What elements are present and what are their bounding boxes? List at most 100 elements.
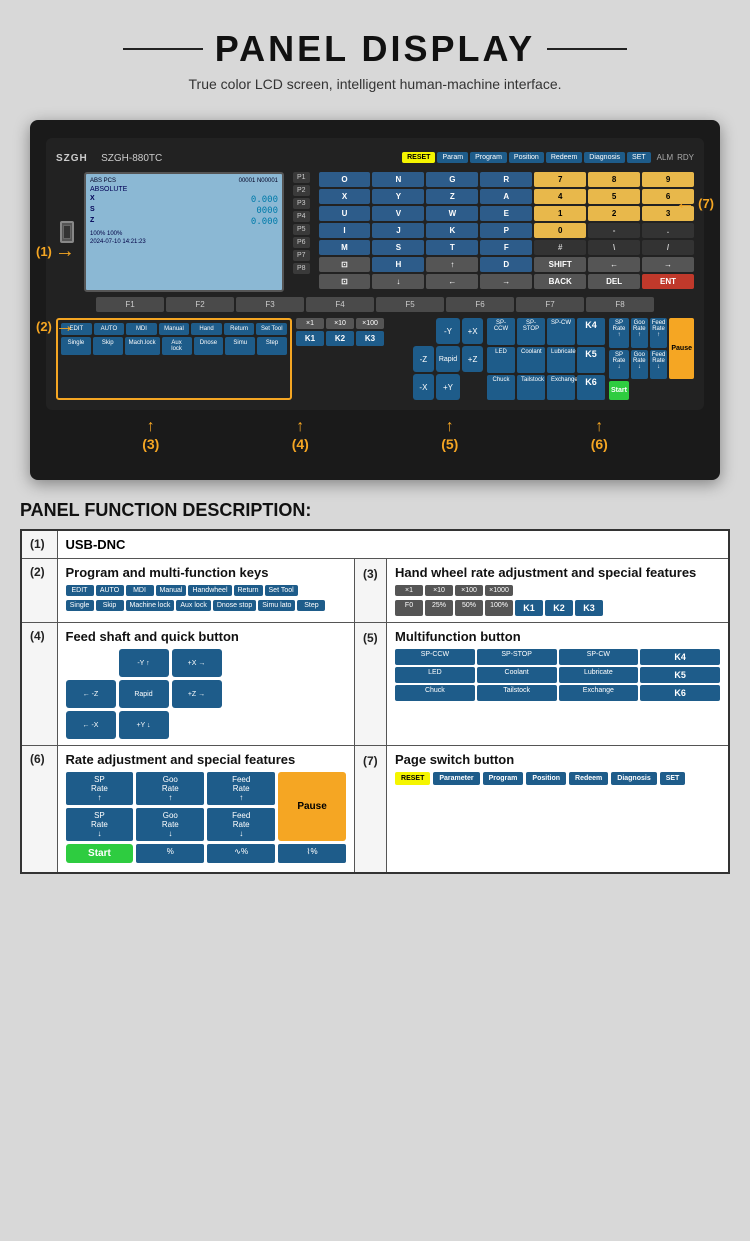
tbl-25pct[interactable]: 25% <box>425 600 453 616</box>
p3-btn[interactable]: P3 <box>293 198 310 209</box>
key-up[interactable]: ↑ <box>426 257 478 272</box>
sp-rate-up[interactable]: SP Rate ↑ <box>609 318 629 348</box>
tbl-feed-rate-down[interactable]: Feed Rate ↓ <box>207 808 275 841</box>
tailstock-btn[interactable]: Tailstock <box>517 375 545 400</box>
k2-btn[interactable]: K2 <box>326 331 354 346</box>
key-7[interactable]: 7 <box>534 172 586 187</box>
dnosestop-key[interactable]: Dnose <box>194 337 224 355</box>
f5[interactable]: F5 <box>376 297 444 312</box>
tbl-return[interactable]: Return <box>234 585 263 596</box>
key-right[interactable]: → <box>642 257 694 272</box>
tbl-simu[interactable]: Simu lato <box>258 600 295 611</box>
param-btn[interactable]: Param <box>437 152 468 163</box>
tbl-50pct[interactable]: 50% <box>455 600 483 616</box>
rapid-btn[interactable]: Rapid <box>436 346 460 372</box>
reset-btn[interactable]: RESET <box>402 152 435 163</box>
tbl-100pct[interactable]: 100% <box>485 600 513 616</box>
feed-y-pos[interactable]: +Y <box>436 374 460 400</box>
key-shift[interactable]: SHIFT <box>534 257 586 272</box>
tbl-x1[interactable]: ×1 <box>395 585 423 596</box>
key-Y[interactable]: Y <box>372 189 424 204</box>
key-left[interactable]: ← <box>588 257 640 272</box>
f2[interactable]: F2 <box>166 297 234 312</box>
tbl-k5[interactable]: K5 <box>640 667 720 683</box>
tbl-led[interactable]: LED <box>395 667 475 683</box>
start-btn[interactable]: Start <box>609 381 629 400</box>
key-sq[interactable]: ⊡ <box>319 257 371 272</box>
key-O[interactable]: O <box>319 172 371 187</box>
handwheel-key[interactable]: Hand <box>191 323 222 335</box>
tbl-k6[interactable]: K6 <box>640 685 720 701</box>
key-R[interactable]: R <box>480 172 532 187</box>
k6-btn[interactable]: K6 <box>577 375 605 400</box>
f3[interactable]: F3 <box>236 297 304 312</box>
key-9[interactable]: 9 <box>642 172 694 187</box>
sp-cw-btn[interactable]: SP-CW <box>547 318 575 345</box>
p1-btn[interactable]: P1 <box>293 172 310 183</box>
p5-btn[interactable]: P5 <box>293 224 310 235</box>
auxlock-key[interactable]: Aux lock <box>162 337 192 355</box>
diagnosis-btn[interactable]: Diagnosis <box>584 152 625 163</box>
chuck-btn[interactable]: Chuck <box>487 375 515 400</box>
f4[interactable]: F4 <box>306 297 374 312</box>
tbl-goo-rate-down[interactable]: Goo Rate ↓ <box>136 808 204 841</box>
tbl-x1000[interactable]: ×1000 <box>485 585 513 596</box>
tbl-sp-stop[interactable]: SP-STOP <box>477 649 557 665</box>
tbl-sp-rate-up[interactable]: SP Rate ↑ <box>66 772 134 805</box>
key-minus[interactable]: - <box>588 223 640 238</box>
led-btn[interactable]: LED <box>487 347 515 372</box>
p2-btn[interactable]: P2 <box>293 185 310 196</box>
k3-btn[interactable]: K3 <box>356 331 384 346</box>
f6[interactable]: F6 <box>446 297 514 312</box>
feed-x-neg[interactable]: -X <box>413 374 434 400</box>
p6-btn[interactable]: P6 <box>293 237 310 248</box>
tbl-lubricate[interactable]: Lubricate <box>559 667 639 683</box>
tbl-program[interactable]: Program <box>483 772 524 785</box>
tbl-start-btn[interactable]: Start <box>66 844 134 863</box>
tbl-step[interactable]: Step <box>297 600 325 611</box>
key-enter[interactable]: ENT <box>642 274 694 289</box>
key-5[interactable]: 5 <box>588 189 640 204</box>
tbl-dnose[interactable]: Dnose stop <box>213 600 256 611</box>
tbl-sp-cw[interactable]: SP-CW <box>559 649 639 665</box>
tbl-manual[interactable]: Manual <box>156 585 187 596</box>
key-F[interactable]: F <box>480 240 532 255</box>
tbl-tailstock[interactable]: Tailstock <box>477 685 557 701</box>
tbl-y-pos[interactable]: +Y ↓ <box>119 711 169 739</box>
sp-stop-btn[interactable]: SP-STOP <box>517 318 545 345</box>
tbl-x-pos[interactable]: +X → <box>172 649 222 677</box>
tbl-k1[interactable]: K1 <box>515 600 543 616</box>
key-slash[interactable]: / <box>642 240 694 255</box>
goo-rate-down[interactable]: Goo Rate ↓ <box>631 350 648 380</box>
set-btn[interactable]: SET <box>627 152 651 163</box>
key-P[interactable]: P <box>480 223 532 238</box>
p7-btn[interactable]: P7 <box>293 250 310 261</box>
tbl-rapid[interactable]: Rapid <box>119 680 169 708</box>
tbl-mdi[interactable]: MDI <box>126 585 154 596</box>
tbl-chuck[interactable]: Chuck <box>395 685 475 701</box>
tbl-pause-btn[interactable]: Pause <box>278 772 346 841</box>
tbl-pct-1[interactable]: % <box>136 844 204 863</box>
key-T[interactable]: T <box>426 240 478 255</box>
key-4[interactable]: 4 <box>534 189 586 204</box>
lubricate-btn[interactable]: Lubricate <box>547 347 575 372</box>
feed-z-neg[interactable]: -Z <box>413 346 434 372</box>
hw-x1[interactable]: ×1 <box>296 318 324 329</box>
key-down[interactable]: ↓ <box>372 274 424 289</box>
single-key[interactable]: Single <box>61 337 91 355</box>
tbl-x10[interactable]: ×10 <box>425 585 453 596</box>
feed-y-neg[interactable]: -Y <box>436 318 460 344</box>
key-E[interactable]: E <box>480 206 532 221</box>
tbl-z-pos[interactable]: +Z → <box>172 680 222 708</box>
manual-key[interactable]: Manual <box>159 323 190 335</box>
tbl-y-neg[interactable]: -Y ↑ <box>119 649 169 677</box>
key-D[interactable]: D <box>480 257 532 272</box>
tbl-auto[interactable]: AUTO <box>96 585 124 596</box>
tbl-x100[interactable]: ×100 <box>455 585 483 596</box>
key-X[interactable]: X <box>319 189 371 204</box>
key-U[interactable]: U <box>319 206 371 221</box>
redeem-btn[interactable]: Redeem <box>546 152 582 163</box>
tbl-single[interactable]: Single <box>66 600 94 611</box>
skip-key[interactable]: Skip <box>93 337 123 355</box>
tbl-exchange[interactable]: Exchange <box>559 685 639 701</box>
